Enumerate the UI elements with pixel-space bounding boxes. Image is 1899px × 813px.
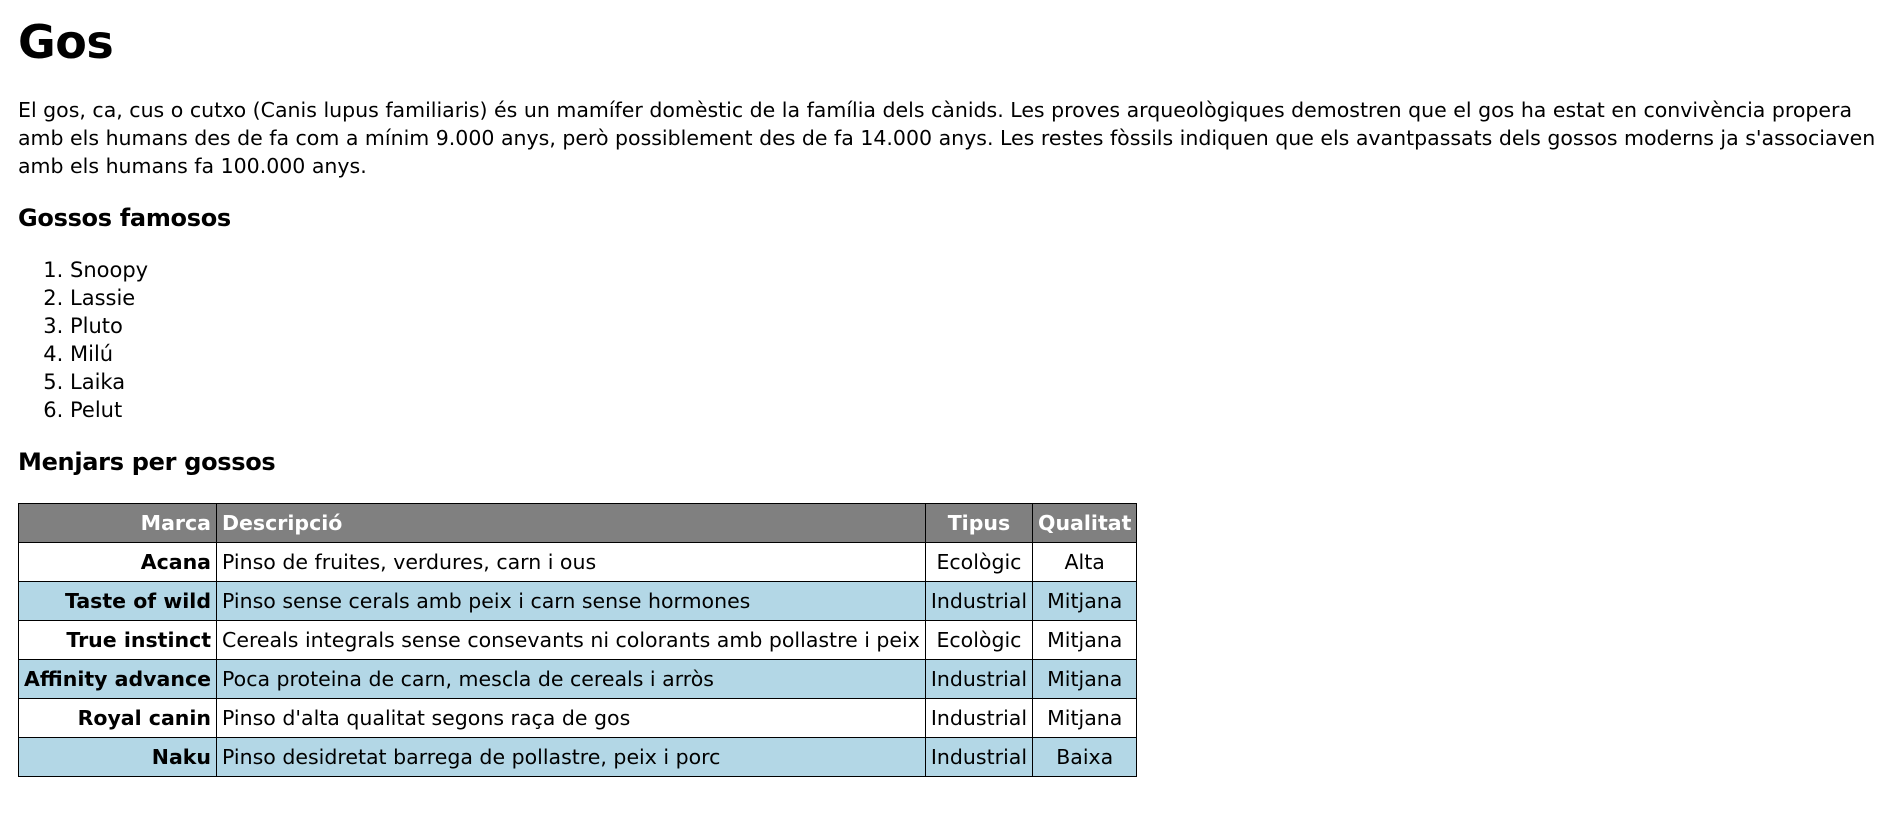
list-item: Lassie xyxy=(70,284,1881,312)
cell-description: Pinso de fruites, verdures, carn i ous xyxy=(216,542,926,582)
cell-quality: Mitjana xyxy=(1032,581,1138,621)
cell-brand: True instinct xyxy=(17,620,218,660)
table-row: Acana Pinso de fruites, verdures, carn i… xyxy=(17,542,1138,582)
cell-type: Industrial xyxy=(924,737,1034,777)
intro-paragraph: El gos, ca, cus o cutxo (Canis lupus fam… xyxy=(18,98,1876,178)
cell-type: Industrial xyxy=(924,581,1034,621)
cell-type: Ecològic xyxy=(924,542,1034,582)
cell-brand: Royal canin xyxy=(17,698,218,738)
header-description: Descripció xyxy=(216,503,926,543)
list-item: Pelut xyxy=(70,396,1881,424)
cell-quality: Mitjana xyxy=(1032,698,1138,738)
dog-food-table: Marca Descripció Tipus Qualitat Acana Pi… xyxy=(17,503,1138,777)
list-item: Pluto xyxy=(70,312,1881,340)
table-row: True instinct Cereals integrals sense co… xyxy=(17,620,1138,660)
page: Gos El gos, ca, cus o cutxo (Canis lupus… xyxy=(0,14,1899,777)
famous-dogs-heading: Gossos famosos xyxy=(18,204,231,232)
famous-dogs-list: Snoopy Lassie Pluto Milú Laika Pelut xyxy=(18,256,1881,424)
table-row: Taste of wild Pinso sense cerals amb pei… xyxy=(17,581,1138,621)
cell-type: Industrial xyxy=(924,659,1034,699)
cell-quality: Alta xyxy=(1032,542,1138,582)
page-title: Gos xyxy=(18,15,114,69)
list-item: Milú xyxy=(70,340,1881,368)
cell-brand: Taste of wild xyxy=(17,581,218,621)
table-header-row: Marca Descripció Tipus Qualitat xyxy=(17,503,1138,543)
cell-description: Pinso d'alta qualitat segons raça de gos xyxy=(216,698,926,738)
cell-brand: Naku xyxy=(17,737,218,777)
header-type: Tipus xyxy=(924,503,1034,543)
cell-description: Cereals integrals sense consevants ni co… xyxy=(216,620,926,660)
cell-type: Ecològic xyxy=(924,620,1034,660)
cell-quality: Mitjana xyxy=(1032,659,1138,699)
cell-brand: Acana xyxy=(17,542,218,582)
cell-description: Pinso desidretat barrega de pollastre, p… xyxy=(216,737,926,777)
cell-type: Industrial xyxy=(924,698,1034,738)
table-row: Naku Pinso desidretat barrega de pollast… xyxy=(17,737,1138,777)
cell-brand: Affinity advance xyxy=(17,659,218,699)
table-row: Royal canin Pinso d'alta qualitat segons… xyxy=(17,698,1138,738)
table-row: Affinity advance Poca proteina de carn, … xyxy=(17,659,1138,699)
header-brand: Marca xyxy=(17,503,218,543)
dog-food-heading: Menjars per gossos xyxy=(18,448,276,476)
cell-description: Poca proteina de carn, mescla de cereals… xyxy=(216,659,926,699)
list-item: Laika xyxy=(70,368,1881,396)
list-item: Snoopy xyxy=(70,256,1881,284)
header-quality: Qualitat xyxy=(1032,503,1138,543)
cell-quality: Mitjana xyxy=(1032,620,1138,660)
cell-quality: Baixa xyxy=(1032,737,1138,777)
cell-description: Pinso sense cerals amb peix i carn sense… xyxy=(216,581,926,621)
